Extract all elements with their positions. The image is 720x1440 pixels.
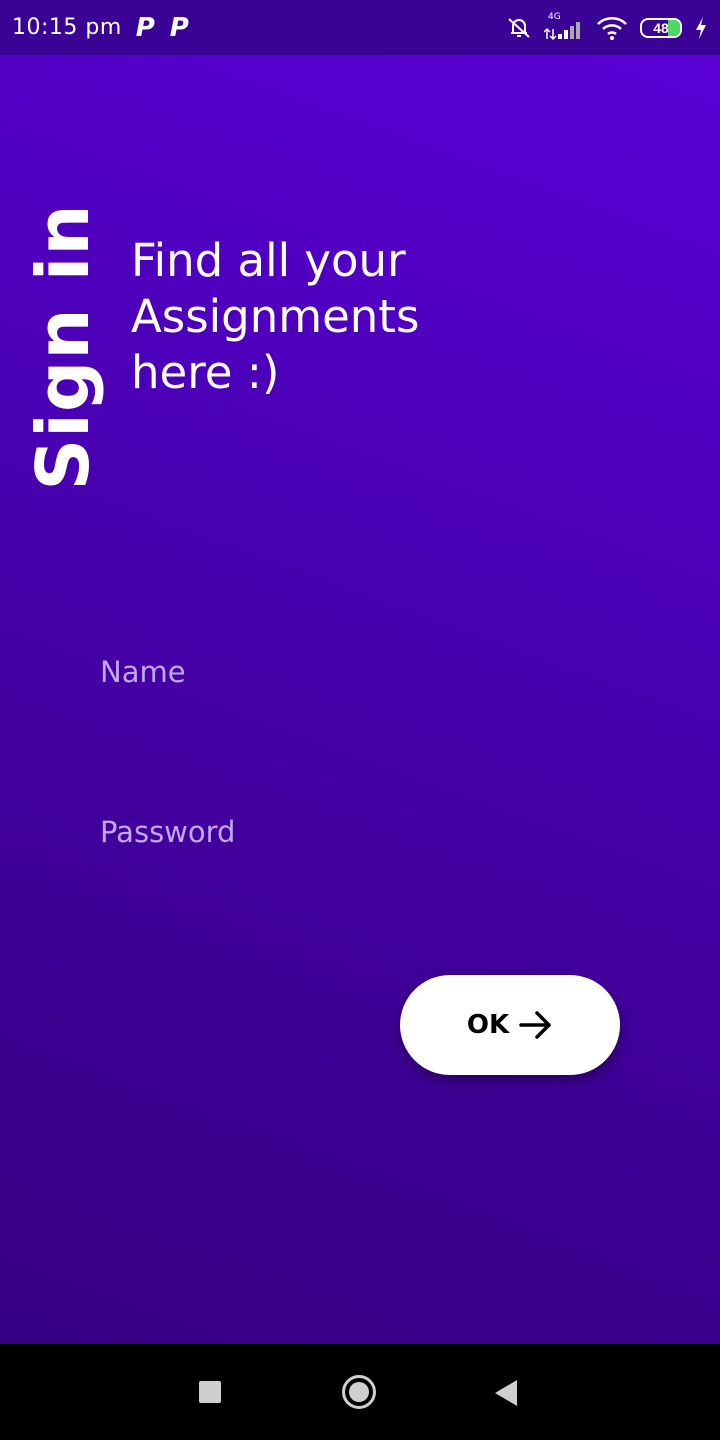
battery-icon: 48 (640, 17, 682, 38)
clock: 10:15 pm (12, 15, 122, 40)
name-input[interactable] (100, 655, 620, 689)
navigation-bar (0, 1344, 720, 1440)
password-field (100, 815, 620, 849)
status-bar: 10:15 pm P P 4G 48 (0, 0, 720, 55)
back-icon[interactable] (495, 1380, 517, 1406)
home-icon[interactable] (342, 1375, 376, 1409)
status-icons: 4G 48 (506, 12, 708, 41)
wifi-icon (597, 16, 627, 40)
p-app-icon: P (135, 12, 155, 43)
p-app-icon: P (169, 12, 189, 43)
signal-icon: 4G (544, 12, 584, 41)
ok-button[interactable]: OK (400, 975, 620, 1075)
ok-label: OK (466, 1010, 510, 1040)
battery-level: 48 (653, 19, 669, 36)
name-field (100, 655, 620, 689)
sign-in-title: Sign in (21, 203, 105, 491)
password-input[interactable] (100, 815, 620, 849)
arrow-right-icon (519, 1011, 551, 1039)
sign-in-screen: Sign in Find all your Assignments here :… (0, 55, 720, 1344)
tagline: Find all your Assignments here :) (131, 234, 420, 399)
recents-icon[interactable] (199, 1381, 221, 1403)
alarm-off-icon (508, 17, 530, 38)
charging-icon (696, 16, 706, 39)
